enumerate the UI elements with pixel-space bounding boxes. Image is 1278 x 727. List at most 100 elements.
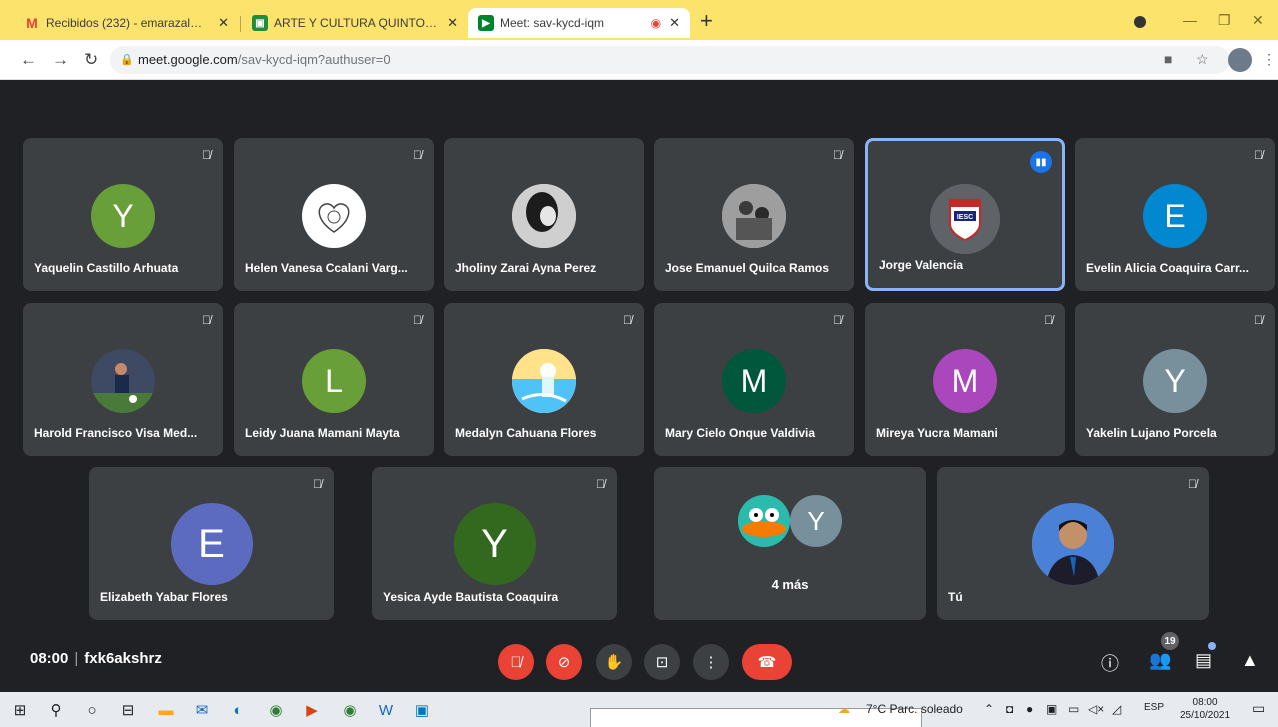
word-icon[interactable]: W [376, 700, 396, 720]
volume-mute-icon[interactable]: ◁× [1088, 702, 1104, 716]
gmail-icon: M [26, 15, 38, 31]
cortana-icon[interactable]: ○ [82, 700, 102, 720]
participant-name: Mireya Yucra Mamani [876, 426, 998, 440]
account-avatar[interactable] [1228, 48, 1252, 72]
more-options-button[interactable]: ⋮ [693, 644, 729, 680]
mic-off-icon: 🎙̸ [833, 148, 842, 162]
menu-icon[interactable]: ⋮ [1262, 51, 1276, 68]
file-explorer-icon[interactable]: ▬ [156, 700, 176, 720]
forward-icon[interactable]: → [52, 50, 69, 70]
notifications-icon[interactable]: ▭ [1252, 700, 1265, 717]
people-icon[interactable]: 👥 [1149, 650, 1171, 671]
participant-tile[interactable]: 🎙̸ E Elizabeth Yabar Flores [89, 467, 334, 620]
browser-toolbar: ← → ↻ 🔒 meet.google.com/sav-kycd-iqm?aut… [0, 40, 1278, 80]
microphone-icon[interactable]: ● [1026, 702, 1033, 716]
close-window-icon[interactable]: ✕ [1252, 12, 1264, 29]
avatar: Y [790, 495, 842, 547]
chat-icon[interactable]: ▤ [1195, 650, 1212, 671]
wifi-icon[interactable]: ◿ [1112, 702, 1121, 716]
avatar-photo [1032, 503, 1114, 585]
present-screen-button[interactable]: ⊡ [644, 644, 680, 680]
participant-tile-speaking[interactable]: ▮▮ IESC Jorge Valencia [865, 138, 1065, 291]
mic-off-icon: 🎙̸ [202, 148, 211, 162]
participant-tile[interactable]: 🎙̸ Helen Vanesa Ccalani Varg... [234, 138, 434, 291]
participant-tile[interactable]: 🎙̸ M Mireya Yucra Mamani [865, 303, 1065, 456]
participant-tile[interactable]: 🎙̸ Medalyn Cahuana Flores [444, 303, 644, 456]
avatar-photo [512, 184, 576, 248]
chevron-up-icon[interactable]: ⌃ [984, 702, 994, 716]
chrome-icon[interactable]: ◉ [266, 700, 286, 720]
restore-icon[interactable]: ❐ [1218, 12, 1231, 29]
close-icon[interactable]: ✕ [669, 15, 680, 31]
mic-off-icon: 🎙̸ [1188, 477, 1197, 491]
raise-hand-button[interactable]: ✋ [596, 644, 632, 680]
participant-name: Mary Cielo Onque Valdivia [665, 426, 816, 440]
classroom-icon: ▣ [252, 15, 268, 31]
tray-monitor-icon[interactable]: ▣ [1046, 702, 1057, 716]
address-bar[interactable]: 🔒 meet.google.com/sav-kycd-iqm?authuser=… [110, 46, 1230, 74]
participant-tile[interactable]: 🎙̸ L Leidy Juana Mamani Mayta [234, 303, 434, 456]
new-tab-button[interactable]: + [700, 10, 713, 32]
clock-date[interactable]: 08:00 25/10/2021 [1180, 696, 1230, 722]
search-icon[interactable]: ⚲ [46, 700, 66, 720]
participant-tile[interactable]: 🎙̸ Harold Francisco Visa Med... [23, 303, 223, 456]
participant-tile[interactable]: 🎙̸ Y Yaquelin Castillo Arhuata [23, 138, 223, 291]
chrome-profile-icon[interactable]: ◉ [340, 700, 360, 720]
tab-classroom[interactable]: ▣ ARTE Y CULTURA QUINTO "B" ✕ [242, 8, 468, 38]
reload-icon[interactable]: ↻ [84, 50, 98, 70]
profile-icon[interactable] [1134, 16, 1146, 28]
participant-name: Medalyn Cahuana Flores [455, 426, 597, 440]
windows-start-icon[interactable]: ⊞ [10, 700, 30, 720]
avatar: Y [91, 184, 155, 248]
avatar: Y [453, 503, 536, 585]
participant-tile[interactable]: 🎙̸ E Evelin Alicia Coaquira Carr... [1075, 138, 1275, 291]
tray-app-icon[interactable]: ◘ [1006, 702, 1013, 716]
camera-indicator-icon[interactable]: ■ [1164, 51, 1172, 67]
tab-meet[interactable]: ▶ Meet: sav-kycd-iqm ◉ ✕ [468, 8, 690, 38]
participant-name: Jose Emanuel Quilca Ramos [665, 261, 830, 275]
mail-icon[interactable]: ✉ [192, 700, 212, 720]
mic-off-icon: 🎙̸ [510, 653, 522, 671]
more-participants-tile[interactable]: Y 4 más [654, 467, 926, 620]
minimize-icon[interactable]: — [1183, 12, 1197, 28]
mic-off-icon: 🎙̸ [313, 477, 322, 491]
back-icon[interactable]: ← [20, 50, 37, 70]
participant-name: Jholiny Zarai Ayna Perez [455, 261, 597, 275]
meeting-info: 08:00 | fxk6akshrz [30, 650, 162, 667]
mic-off-icon: 🎙̸ [1044, 313, 1053, 327]
leave-call-button[interactable]: ☎ [742, 644, 792, 680]
edge-icon[interactable]: ◐ [228, 700, 248, 720]
self-tile[interactable]: 🎙̸ Tú [937, 467, 1209, 620]
close-icon[interactable]: ✕ [447, 15, 458, 31]
activities-icon[interactable]: ▲ [1241, 650, 1259, 671]
browser-tab-strip: M Recibidos (232) - emarazal@com ✕ ▣ ART… [0, 0, 1278, 40]
close-icon[interactable]: ✕ [218, 15, 229, 31]
participant-tile[interactable]: 🎙̸ Jose Emanuel Quilca Ramos [654, 138, 854, 291]
lock-icon: 🔒 [120, 54, 134, 66]
participant-tile[interactable]: 🎙̸ M Mary Cielo Onque Valdivia [654, 303, 854, 456]
info-icon[interactable]: ⓘ [1101, 650, 1119, 676]
camera-toggle-button[interactable]: ⊘ [546, 644, 582, 680]
participant-tile[interactable]: 🎙̸ Y Yesica Ayde Bautista Coaquira [372, 467, 617, 620]
mic-toggle-button[interactable]: 🎙̸ [498, 644, 534, 680]
participant-tile[interactable]: 🎙̸ Y Yakelin Lujano Porcela [1075, 303, 1275, 456]
mic-off-icon: 🎙̸ [413, 313, 422, 327]
taskbar-date: 25/10/2021 [1180, 710, 1231, 721]
mic-off-icon: 🎙̸ [833, 313, 842, 327]
tab-gmail[interactable]: M Recibidos (232) - emarazal@com ✕ [14, 8, 239, 38]
meeting-time: 08:00 [30, 650, 69, 667]
star-icon[interactable]: ☆ [1196, 51, 1209, 68]
avatar: M [722, 349, 786, 413]
recording-icon: ◉ [650, 16, 662, 30]
language-indicator[interactable]: ESP [1144, 702, 1164, 713]
powerpoint-icon[interactable]: ▶ [302, 700, 322, 720]
participant-name: Jorge Valencia [879, 258, 964, 272]
participant-name: Evelin Alicia Coaquira Carr... [1086, 261, 1249, 275]
battery-icon[interactable]: ▭ [1068, 702, 1079, 716]
mic-off-icon: 🎙̸ [596, 477, 605, 491]
task-view-icon[interactable]: ⊟ [118, 700, 138, 720]
meeting-code: fxk6akshrz [84, 650, 162, 667]
weather-text[interactable]: 7°C Parc. soleado [866, 702, 963, 716]
participant-tile[interactable]: Jholiny Zarai Ayna Perez [444, 138, 644, 291]
app-icon[interactable]: ▣ [412, 700, 432, 720]
